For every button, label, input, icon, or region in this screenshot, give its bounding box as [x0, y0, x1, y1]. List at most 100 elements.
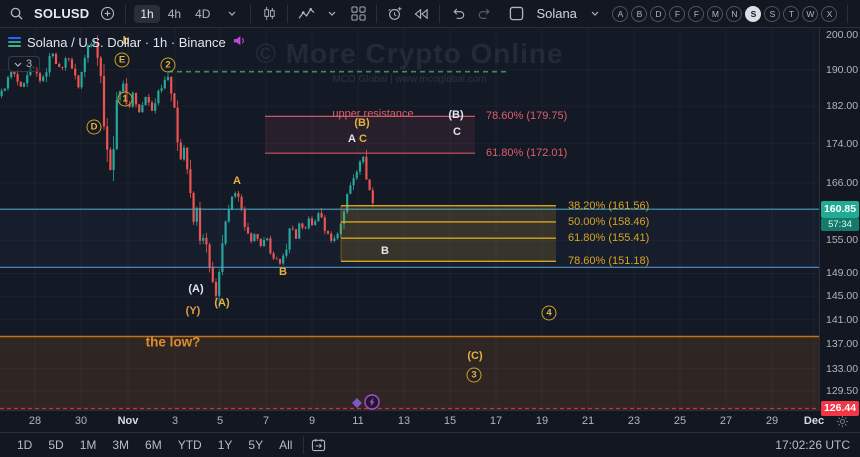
wave-label-thelow-19[interactable]: the low?: [146, 335, 201, 350]
wave-label-a-5[interactable]: A: [233, 175, 241, 187]
axis-settings-gear-icon[interactable]: [836, 415, 849, 433]
wave-label-a-7[interactable]: A: [348, 133, 356, 145]
watchlist-letter-f-4[interactable]: F: [688, 6, 704, 22]
time-tick-3: 3: [172, 415, 178, 427]
flash-search-icon[interactable]: [856, 3, 860, 25]
drawing-labels-layer: 38.20% (161.56) 50.00% (158.46) 61.80% (15…: [0, 28, 819, 410]
range-button-all[interactable]: All: [272, 436, 299, 454]
wave-label-c-17[interactable]: (C): [467, 350, 482, 362]
tradingview-window: SOLUSD 1h4h4D: [0, 0, 860, 457]
interval-button-4h[interactable]: 4h: [162, 5, 187, 23]
fib-level-78.60%[interactable]: 78.60% (151.18): [568, 255, 649, 267]
watchlist-letter-d-2[interactable]: D: [650, 6, 666, 22]
watchlist-letter-w-10[interactable]: W: [802, 6, 818, 22]
resistance-fib-level-61.80%[interactable]: 61.80% (172.01): [486, 147, 567, 159]
wave-label-b-12[interactable]: B: [381, 245, 389, 257]
redo-icon[interactable]: [474, 3, 494, 25]
drawing-set-buttons: ABDFFMNSSTWX: [611, 6, 839, 22]
legend-source-icon[interactable]: [8, 37, 21, 47]
megaphone-icon[interactable]: [232, 34, 246, 50]
price-axis[interactable]: 160.85 57:34 126.44 200.00190.00182.0017…: [819, 28, 860, 410]
watchlist-name[interactable]: Solana: [536, 6, 576, 21]
go-to-date-calendar-icon[interactable]: [308, 434, 328, 456]
range-button-3m[interactable]: 3M: [105, 436, 136, 454]
watchlist-letter-a-0[interactable]: A: [612, 6, 628, 22]
wave-label-c-8[interactable]: C: [359, 133, 367, 145]
time-tick-29: 29: [766, 415, 778, 427]
interval-switcher: 1h4h4D: [134, 5, 216, 23]
price-tick-145.00: 145.00: [826, 290, 858, 302]
time-tick-13: 13: [398, 415, 410, 427]
wave-label-upperresistance-20[interactable]: upper resistance: [332, 108, 413, 120]
undo-icon[interactable]: [448, 3, 468, 25]
wave-label-3-18[interactable]: 3: [467, 368, 482, 383]
watchlist-letter-m-5[interactable]: M: [707, 6, 723, 22]
time-axis[interactable]: 2830Nov357911131517192123252729Dec: [0, 410, 860, 432]
toolbar-divider: [287, 5, 288, 23]
resistance-fib-level-78.60%[interactable]: 78.60% (179.75): [486, 110, 567, 122]
fib-level-61.80%[interactable]: 61.80% (155.41): [568, 232, 649, 244]
range-button-ytd[interactable]: YTD: [171, 436, 209, 454]
watchlist-letter-s-8[interactable]: S: [764, 6, 780, 22]
range-button-6m[interactable]: 6M: [138, 436, 169, 454]
interval-button-1h[interactable]: 1h: [134, 5, 159, 23]
watchlist-letter-x-11[interactable]: X: [821, 6, 837, 22]
toolbar-divider: [847, 5, 848, 23]
price-tick-155.00: 155.00: [826, 234, 858, 246]
interval-button-4D[interactable]: 4D: [189, 5, 216, 23]
multi-select-checkbox-icon[interactable]: [506, 3, 526, 25]
time-tick-11: 11: [352, 415, 363, 427]
symbol-button[interactable]: SOLUSD: [32, 6, 91, 21]
top-toolbar: SOLUSD 1h4h4D: [0, 0, 860, 28]
legend-title[interactable]: Solana / U.S. Dollar · 1h · Binance: [27, 35, 226, 50]
wave-label-a-13[interactable]: (A): [188, 283, 203, 295]
wave-label-a-14[interactable]: (A): [214, 297, 229, 309]
time-tick-9: 9: [309, 415, 315, 427]
wave-label-4-16[interactable]: 4: [542, 306, 557, 321]
time-tick-30: 30: [75, 415, 87, 427]
watchlist-dropdown-icon[interactable]: [585, 3, 605, 25]
wave-label-b-9[interactable]: (B): [448, 109, 463, 121]
wave-label-c-10[interactable]: C: [453, 126, 461, 138]
price-tick-133.00: 133.00: [826, 363, 858, 375]
countdown-badge: 57:34: [821, 218, 859, 231]
price-tick-190.00: 190.00: [826, 64, 858, 76]
watchlist-letter-b-1[interactable]: B: [631, 6, 647, 22]
symbol-search-icon[interactable]: [6, 3, 26, 25]
wave-label-b-11[interactable]: B: [279, 266, 287, 278]
indicators-dropdown-icon[interactable]: [322, 3, 342, 25]
templates-grid-icon[interactable]: [348, 3, 368, 25]
watchlist-letter-f-3[interactable]: F: [669, 6, 685, 22]
fib-level-50.00%[interactable]: 50.00% (158.46): [568, 216, 649, 228]
alert-icon[interactable]: [385, 3, 405, 25]
range-button-1m[interactable]: 1M: [73, 436, 104, 454]
watchlist-letter-n-6[interactable]: N: [726, 6, 742, 22]
toolbar-divider: [439, 5, 440, 23]
chart-style-icon[interactable]: [259, 3, 279, 25]
chart-pane[interactable]: © More Crypto Online MCO Global | www.mc…: [0, 28, 819, 410]
range-button-1d[interactable]: 1D: [10, 436, 39, 454]
bar-replay-icon[interactable]: [411, 3, 431, 25]
price-tick-182.00: 182.00: [826, 100, 858, 112]
watchlist-letter-s-7[interactable]: S: [745, 6, 761, 22]
price-tick-200.00: 200.00: [826, 29, 858, 41]
price-tick-129.50: 129.50: [826, 385, 858, 397]
time-tick-27: 27: [720, 415, 732, 427]
indicators-icon[interactable]: [296, 3, 316, 25]
utc-clock[interactable]: 17:02:26 UTC: [775, 438, 850, 452]
object-tree-collapse-button[interactable]: 3: [8, 56, 40, 72]
range-button-5d[interactable]: 5D: [41, 436, 70, 454]
wave-label-y-15[interactable]: (Y): [186, 305, 201, 317]
time-tick-7: 7: [263, 415, 269, 427]
wave-label-1-3[interactable]: 1: [118, 92, 133, 107]
wave-label-d-4[interactable]: D: [87, 120, 102, 135]
compare-add-icon[interactable]: [97, 3, 117, 25]
range-button-5y[interactable]: 5Y: [241, 436, 270, 454]
time-tick-Dec: Dec: [804, 415, 824, 427]
watchlist-letter-t-9[interactable]: T: [783, 6, 799, 22]
time-tick-25: 25: [674, 415, 686, 427]
range-button-1y[interactable]: 1Y: [211, 436, 240, 454]
fib-level-38.20%[interactable]: 38.20% (161.56): [568, 200, 649, 212]
interval-dropdown-icon[interactable]: [222, 3, 242, 25]
price-tick-149.00: 149.00: [826, 267, 858, 279]
